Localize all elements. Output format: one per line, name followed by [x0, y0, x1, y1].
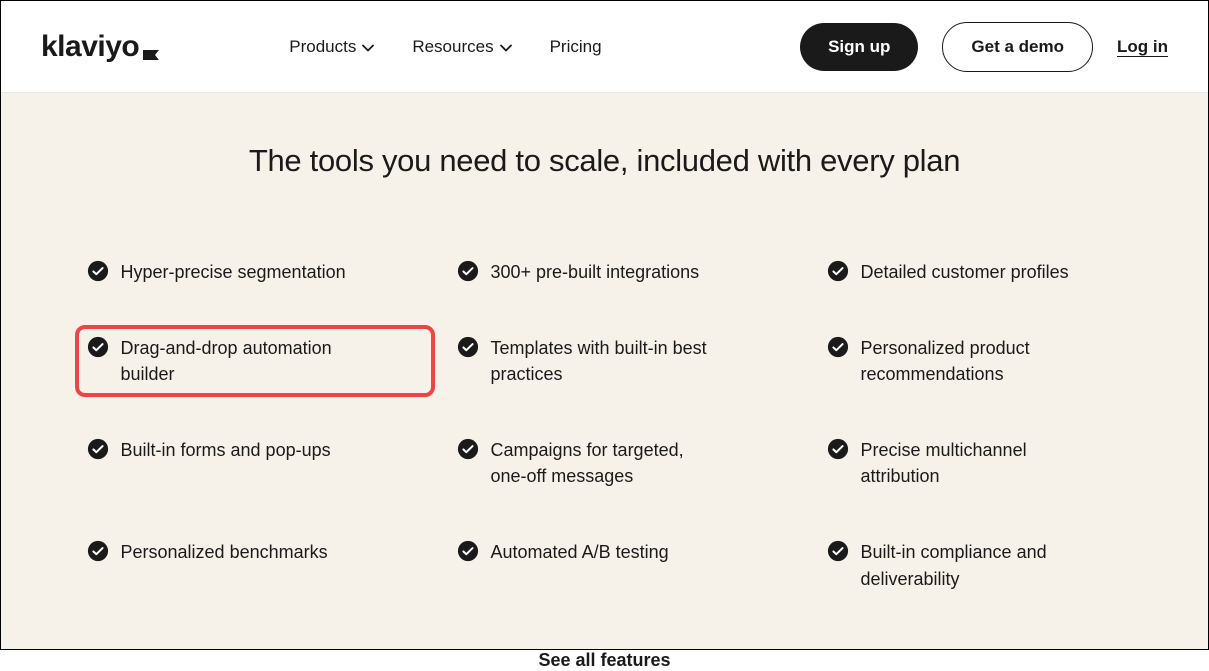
nav-label: Resources	[412, 37, 493, 57]
feature-item: Templates with built-in best practices	[445, 325, 805, 397]
feature-label: Built-in forms and pop-ups	[121, 437, 331, 463]
nav-label: Products	[289, 37, 356, 57]
nav-item-pricing[interactable]: Pricing	[550, 37, 602, 57]
nav-item-resources[interactable]: Resources	[412, 37, 511, 57]
feature-item: Automated A/B testing	[445, 529, 805, 601]
chevron-down-icon	[500, 37, 512, 57]
feature-label: Hyper-precise segmentation	[121, 259, 346, 285]
feature-label: Personalized benchmarks	[121, 539, 328, 565]
feature-label: Precise multichannel attribution	[861, 437, 1091, 489]
feature-item: Precise multichannel attribution	[815, 427, 1135, 499]
feature-label: Templates with built-in best practices	[491, 335, 721, 387]
check-icon	[87, 540, 109, 562]
get-demo-button[interactable]: Get a demo	[942, 22, 1093, 72]
feature-item: Hyper-precise segmentation	[75, 249, 435, 295]
see-all-wrap: See all features	[41, 650, 1168, 671]
check-icon	[87, 336, 109, 358]
brand-name: klaviyo	[41, 30, 139, 64]
nav-label: Pricing	[550, 37, 602, 57]
feature-item: Personalized benchmarks	[75, 529, 435, 601]
feature-item: Personalized product recommendations	[815, 325, 1135, 397]
check-icon	[827, 540, 849, 562]
feature-item-highlighted: Drag-and-drop automation builder	[75, 325, 435, 397]
check-icon	[827, 336, 849, 358]
header-actions: Sign up Get a demo Log in	[800, 22, 1168, 72]
feature-item: Built-in compliance and deliverability	[815, 529, 1135, 601]
check-icon	[87, 260, 109, 282]
check-icon	[827, 260, 849, 282]
check-icon	[457, 540, 479, 562]
check-icon	[87, 438, 109, 460]
feature-item: Campaigns for targeted, one-off messages	[445, 427, 805, 499]
brand-flag-icon	[143, 36, 159, 48]
feature-label: Built-in compliance and deliverability	[861, 539, 1091, 591]
check-icon	[827, 438, 849, 460]
login-link[interactable]: Log in	[1117, 37, 1168, 57]
feature-label: Detailed customer profiles	[861, 259, 1069, 285]
chevron-down-icon	[362, 37, 374, 57]
nav-item-products[interactable]: Products	[289, 37, 374, 57]
brand-logo[interactable]: klaviyo	[41, 30, 159, 64]
primary-nav: Products Resources Pricing	[289, 37, 601, 57]
see-all-features-link[interactable]: See all features	[538, 650, 670, 670]
feature-label: Personalized product recommendations	[861, 335, 1091, 387]
feature-item: 300+ pre-built integrations	[445, 249, 805, 295]
section-title: The tools you need to scale, included wi…	[41, 143, 1168, 179]
feature-label: 300+ pre-built integrations	[491, 259, 700, 285]
features-section: The tools you need to scale, included wi…	[1, 93, 1208, 649]
signup-button[interactable]: Sign up	[800, 23, 918, 71]
check-icon	[457, 336, 479, 358]
feature-item: Detailed customer profiles	[815, 249, 1135, 295]
check-icon	[457, 438, 479, 460]
feature-label: Drag-and-drop automation builder	[121, 335, 351, 387]
check-icon	[457, 260, 479, 282]
feature-label: Campaigns for targeted, one-off messages	[491, 437, 721, 489]
features-grid: Hyper-precise segmentation 300+ pre-buil…	[75, 249, 1135, 602]
feature-item: Built-in forms and pop-ups	[75, 427, 435, 499]
site-header: klaviyo Products Resources Pricing Sign …	[1, 1, 1208, 93]
feature-label: Automated A/B testing	[491, 539, 669, 565]
